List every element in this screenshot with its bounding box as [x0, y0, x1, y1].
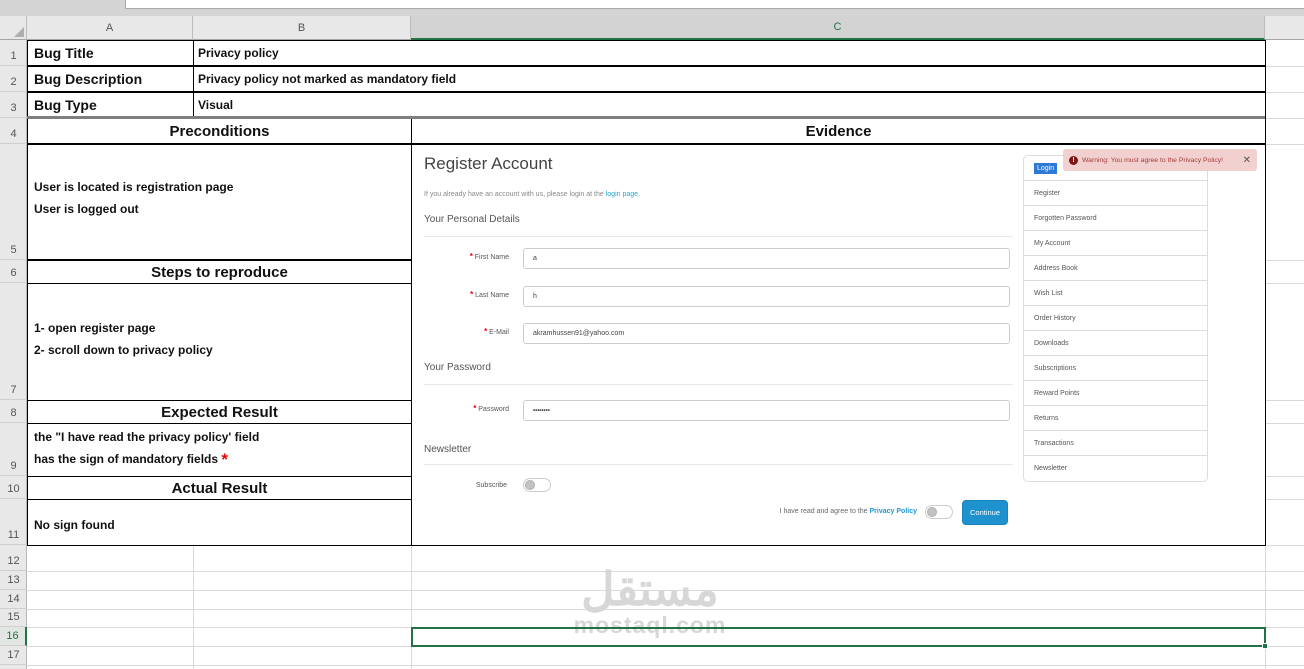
cell-a2-bug-description-label[interactable]: Bug Description — [27, 66, 194, 92]
divider — [424, 464, 1013, 465]
row-header-15[interactable]: 15 — [0, 609, 27, 627]
row-header-10[interactable]: 10 — [0, 476, 27, 499]
fill-handle[interactable] — [1262, 643, 1268, 649]
divider — [424, 384, 1013, 385]
evidence-screenshot: Register Account If you already have an … — [411, 144, 1265, 545]
row-header-3[interactable]: 3 — [0, 92, 27, 118]
preconditions-line: User is logged out — [34, 202, 139, 216]
row-header-1[interactable]: 1 — [0, 40, 27, 66]
selected-cell-c16[interactable] — [411, 627, 1266, 647]
column-header-c[interactable]: C — [411, 16, 1265, 40]
toggle-knob-icon — [927, 507, 937, 517]
sidebar-item[interactable]: Transactions — [1024, 431, 1207, 456]
last-name-label: * Last Name — [470, 290, 509, 300]
select-all-triangle-icon — [14, 27, 24, 37]
formula-bar[interactable] — [125, 0, 1304, 9]
row-header-6[interactable]: 6 — [0, 260, 27, 283]
row-header-5[interactable]: 5 — [0, 144, 27, 260]
email-input[interactable]: akramhussen91@yahoo.com — [523, 323, 1010, 344]
warning-text: Warning: You must agree to the Privacy P… — [1082, 156, 1224, 164]
row-header-17[interactable]: 17 — [0, 646, 27, 665]
cell-preconditions-header[interactable]: Preconditions — [27, 118, 412, 144]
divider — [424, 236, 1013, 237]
cell-a1-bug-title-label[interactable]: Bug Title — [27, 40, 194, 66]
row-header-13[interactable]: 13 — [0, 571, 27, 590]
register-account-title: Register Account — [424, 154, 553, 173]
continue-button[interactable]: Continue — [962, 500, 1008, 525]
cell-expected-content[interactable]: the "I have read the privacy policy' fie… — [27, 423, 412, 477]
sidebar-item[interactable]: Returns — [1024, 406, 1207, 431]
column-header-a[interactable]: A — [27, 16, 193, 40]
privacy-policy-link[interactable]: Privacy Policy — [870, 508, 917, 515]
close-icon[interactable]: ✕ — [1243, 155, 1251, 166]
sidebar-item[interactable]: Wish List — [1024, 281, 1207, 306]
sidebar-item[interactable]: Downloads — [1024, 331, 1207, 356]
cell-a3-bug-type-label[interactable]: Bug Type — [27, 92, 194, 118]
row-header-14[interactable]: 14 — [0, 590, 27, 609]
first-name-label: * First Name — [469, 252, 509, 262]
pane-divider — [27, 116, 1265, 119]
cell-preconditions-content[interactable]: User is located is registration page Use… — [27, 144, 412, 260]
watermark-arabic: مستقل — [581, 563, 719, 615]
toggle-knob-icon — [525, 480, 535, 490]
register-subtext: If you already have an account with us, … — [424, 191, 640, 198]
sidebar-item[interactable]: Subscriptions — [1024, 356, 1207, 381]
subscribe-toggle[interactable] — [523, 478, 551, 492]
row-header-16[interactable]: 16 — [0, 627, 27, 646]
sidebar-item[interactable]: Register — [1024, 181, 1207, 206]
row-header-8[interactable]: 8 — [0, 400, 27, 423]
sidebar-item[interactable]: Reward Points — [1024, 381, 1207, 406]
sidebar-item[interactable]: Address Book — [1024, 256, 1207, 281]
expected-line: the "I have read the privacy policy' fie… — [34, 430, 260, 444]
row-header-12[interactable]: 12 — [0, 545, 27, 571]
privacy-agree-text: I have read and agree to the Privacy Pol… — [779, 508, 917, 515]
cell-b1-bug-title-value[interactable]: Privacy policy — [193, 40, 1266, 66]
row-header-11[interactable]: 11 — [0, 499, 27, 545]
row-header-2[interactable]: 2 — [0, 66, 27, 92]
section-your-password: Your Password — [424, 362, 491, 373]
warning-banner: ! Warning: You must agree to the Privacy… — [1063, 149, 1257, 171]
cell-actual-content[interactable]: No sign found — [27, 499, 412, 546]
cell-actual-header[interactable]: Actual Result — [27, 476, 412, 500]
last-name-input[interactable]: h — [523, 286, 1010, 307]
row-header-9[interactable]: 9 — [0, 423, 27, 476]
password-input[interactable]: •••••••• — [523, 400, 1010, 421]
sidebar-item[interactable]: Forgotten Password — [1024, 206, 1207, 231]
select-all-corner[interactable] — [0, 16, 27, 40]
column-header-b[interactable]: B — [193, 16, 411, 40]
section-newsletter: Newsletter — [424, 444, 472, 455]
mandatory-asterisk: * — [221, 450, 228, 469]
expected-line: has the sign of mandatory fields * — [34, 450, 228, 469]
sidebar-item[interactable]: Newsletter — [1024, 456, 1207, 481]
preconditions-line: User is located is registration page — [34, 180, 234, 194]
column-header-d[interactable] — [1265, 16, 1304, 40]
password-label: * Password — [473, 404, 509, 414]
cell-b2-bug-description-value[interactable]: Privacy policy not marked as mandatory f… — [193, 66, 1266, 92]
row-header-4[interactable]: 4 — [0, 118, 27, 144]
sidebar-item[interactable]: My Account — [1024, 231, 1207, 256]
privacy-agree-toggle[interactable] — [925, 505, 953, 519]
email-label: * E-Mail — [484, 327, 509, 337]
section-personal-details: Your Personal Details — [424, 214, 520, 225]
formula-bar-strip — [0, 0, 1304, 16]
cell-steps-header[interactable]: Steps to reproduce — [27, 260, 412, 284]
steps-line: 2- scroll down to privacy policy — [34, 343, 213, 357]
cell-expected-header[interactable]: Expected Result — [27, 400, 412, 424]
warning-icon: ! — [1069, 155, 1078, 165]
cell-evidence-header[interactable]: Evidence — [411, 118, 1266, 144]
subscribe-label: Subscribe — [475, 482, 507, 489]
steps-line: 1- open register page — [34, 321, 156, 335]
cell-b3-bug-type-value[interactable]: Visual — [193, 92, 1266, 118]
cell-steps-content[interactable]: 1- open register page 2- scroll down to … — [27, 283, 412, 401]
row-headers: 1 2 3 4 5 6 7 8 9 10 11 12 13 14 15 16 1… — [0, 40, 27, 669]
first-name-input[interactable]: a — [523, 248, 1010, 269]
account-sidebar: Login Register Forgotten Password My Accoun… — [1023, 155, 1208, 482]
actual-line: No sign found — [34, 518, 115, 532]
sidebar-item[interactable]: Order History — [1024, 306, 1207, 331]
row-header-7[interactable]: 7 — [0, 283, 27, 400]
column-headers: A B C — [0, 16, 1304, 40]
login-page-link[interactable]: login page. — [606, 191, 640, 198]
